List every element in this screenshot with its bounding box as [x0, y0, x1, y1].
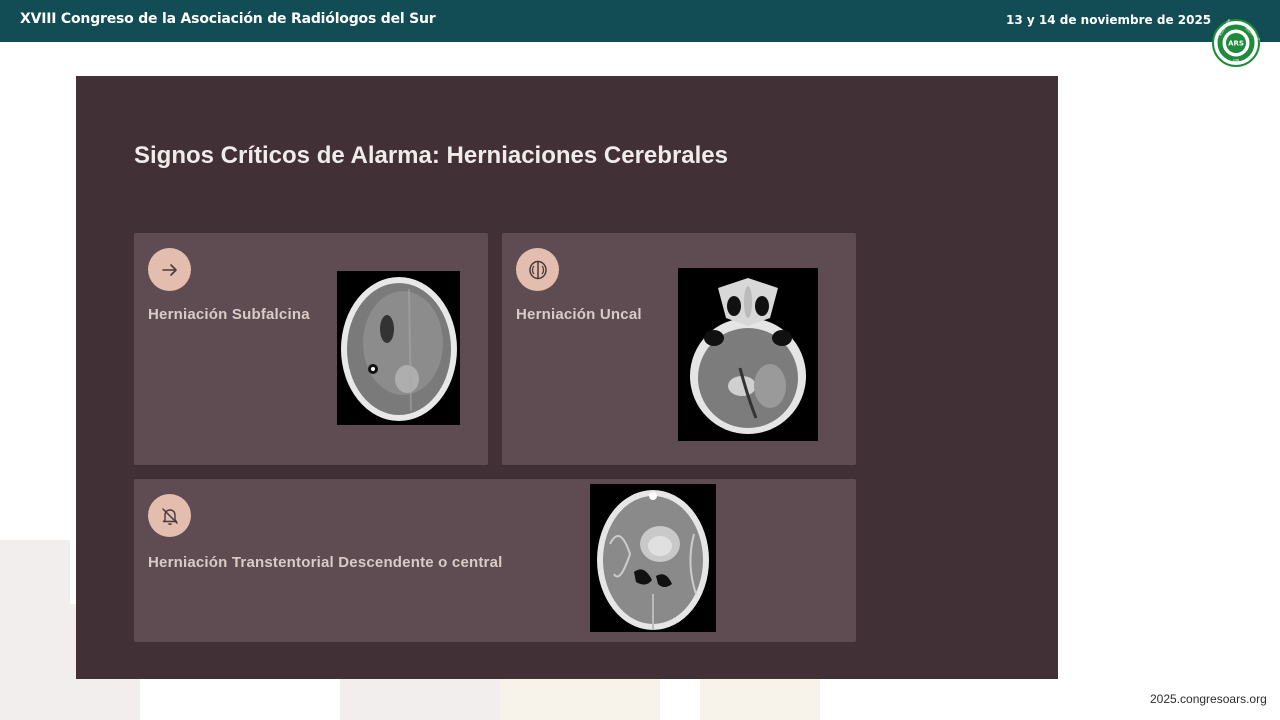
card-transtentorial: Herniación Transtentorial Descendente o …: [134, 479, 856, 642]
ct-scan-transtentorial: [590, 484, 716, 632]
ct-scan-uncal: [678, 268, 818, 441]
card-uncal: Herniación Uncal: [502, 233, 856, 465]
header-title: XVIII Congreso de la Asociación de Radió…: [20, 11, 436, 27]
card-label-subfalcine: Herniación Subfalcina: [148, 306, 310, 323]
bell-off-icon: [148, 494, 191, 537]
logo-ring-text-bottom: SUR: [1233, 59, 1240, 63]
background-block-center: [340, 679, 500, 720]
background-block-right: [700, 679, 820, 720]
slide: Signos Críticos de Alarma: Herniaciones …: [76, 76, 1058, 679]
ars-seal-logo-icon: ARS RADIÓLOGOS ASOCIACIÓN SUR: [1212, 19, 1260, 67]
card-subfalcine: Herniación Subfalcina: [134, 233, 488, 465]
header-bar: XVIII Congreso de la Asociación de Radió…: [0, 0, 1280, 42]
footer-url[interactable]: 2025.congresoars.org: [1150, 692, 1267, 706]
ct-scan-subfalcine: [337, 271, 460, 425]
arrow-right-icon: [148, 248, 191, 291]
brain-icon: [516, 248, 559, 291]
logo-initials: ARS: [1228, 40, 1244, 48]
slide-title: Signos Críticos de Alarma: Herniaciones …: [134, 142, 728, 169]
card-label-uncal: Herniación Uncal: [516, 306, 642, 323]
page: XVIII Congreso de la Asociación de Radió…: [0, 0, 1280, 720]
header-date: 13 y 14 de noviembre de 2025: [1006, 13, 1212, 27]
card-label-transtentorial: Herniación Transtentorial Descendente o …: [148, 554, 503, 571]
background-tower-center: [500, 679, 660, 720]
